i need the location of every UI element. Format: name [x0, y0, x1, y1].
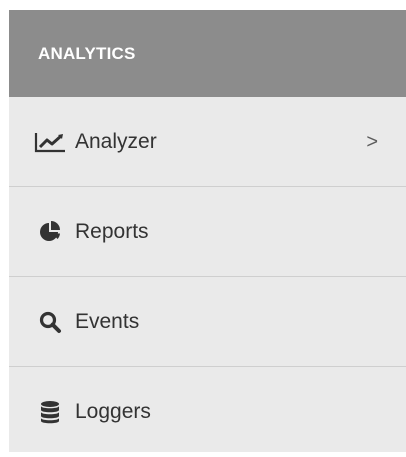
menu-item-label: Analyzer — [75, 129, 157, 153]
chevron-right-icon: > — [366, 130, 378, 153]
menu-item-analyzer[interactable]: Analyzer > — [9, 97, 406, 187]
section-header: ANALYTICS — [9, 10, 406, 97]
menu-item-label: Loggers — [75, 400, 151, 423]
menu-item-loggers[interactable]: Loggers — [9, 367, 406, 457]
menu-item-events[interactable]: Events — [9, 277, 406, 367]
database-icon — [33, 400, 67, 424]
analytics-menu: Analyzer > Reports Events Loggers — [9, 97, 406, 457]
menu-item-label: Reports — [75, 219, 149, 243]
analytics-sidebar-panel: ANALYTICS Analyzer > Reports Events Logg… — [9, 10, 406, 452]
search-icon — [33, 310, 67, 334]
section-title: ANALYTICS — [38, 43, 136, 63]
line-chart-icon — [33, 130, 67, 154]
menu-item-reports[interactable]: Reports — [9, 187, 406, 277]
menu-item-label: Events — [75, 309, 140, 333]
pie-chart-icon — [33, 220, 67, 244]
